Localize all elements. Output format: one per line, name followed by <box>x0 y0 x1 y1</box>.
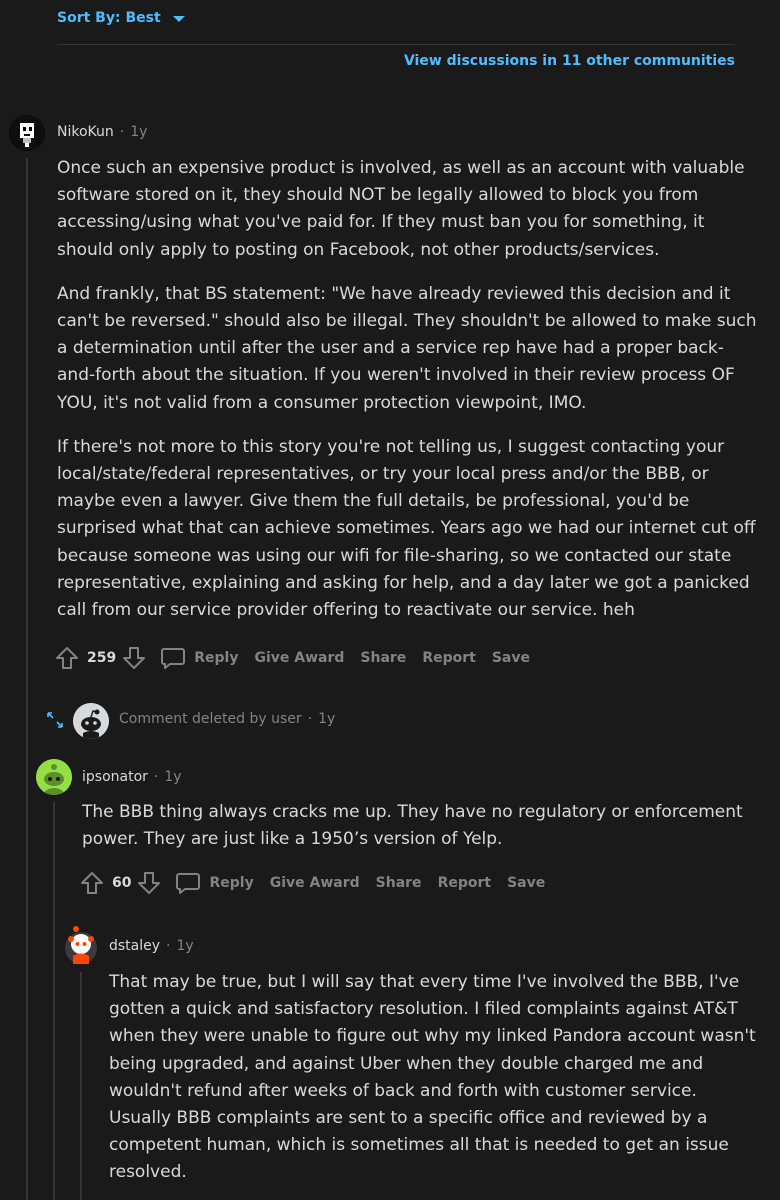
username[interactable]: NikoKun <box>57 124 114 140</box>
speech-bubble-icon <box>176 873 201 894</box>
upvote-arrow-icon[interactable] <box>55 646 79 670</box>
separator-dot: · <box>153 769 159 785</box>
comment-paragraph: Once such an expensive product is involv… <box>57 158 745 260</box>
reply-label: Reply <box>209 875 254 891</box>
comment-age[interactable]: 1y <box>164 769 181 785</box>
expand-arrows-icon[interactable] <box>45 710 65 734</box>
comment-paragraph: And frankly, that BS statement: "We have… <box>57 283 757 413</box>
avatar[interactable] <box>9 115 45 151</box>
comment-body: Once such an expensive product is involv… <box>57 155 757 624</box>
speech-bubble-icon <box>161 648 186 669</box>
snoo-placeholder-avatar-icon <box>73 703 109 739</box>
downvote-arrow-icon[interactable] <box>122 646 146 670</box>
upvote-arrow-icon[interactable] <box>80 871 104 895</box>
downvote-arrow-icon[interactable] <box>137 871 161 895</box>
comment-body: That may be true, but I will say that ev… <box>109 969 759 1187</box>
comment-paragraph: That may be true, but I will say that ev… <box>109 972 756 1183</box>
reply-label: Reply <box>194 650 239 666</box>
save-button[interactable]: Save <box>507 875 545 891</box>
share-button[interactable]: Share <box>376 875 422 891</box>
snoo-green-avatar-icon <box>36 759 72 795</box>
report-button[interactable]: Report <box>422 650 476 666</box>
username[interactable]: dstaley <box>109 938 160 954</box>
thread-line <box>26 158 28 1200</box>
comment-age[interactable]: 1y <box>318 711 335 727</box>
avatar <box>73 703 109 739</box>
thread-line <box>53 802 55 1200</box>
separator-dot: · <box>307 711 313 727</box>
report-button[interactable]: Report <box>438 875 492 891</box>
comment-actions: 60 Reply Give Award Share Report Save <box>80 871 545 895</box>
give-award-button[interactable]: Give Award <box>254 650 344 666</box>
sort-dropdown[interactable]: Sort By: Best <box>57 10 185 26</box>
deleted-comment-label: Comment deleted by user <box>119 711 302 727</box>
save-button[interactable]: Save <box>492 650 530 666</box>
vote-score: 259 <box>87 650 117 666</box>
separator-dot: · <box>166 938 171 954</box>
comment-age[interactable]: 1y <box>177 938 194 954</box>
comment-paragraph: If there's not more to this story you're… <box>57 436 756 621</box>
avatar[interactable] <box>63 926 99 964</box>
reply-button[interactable]: Reply <box>160 646 238 670</box>
comment-body: The BBB thing always cracks me up. They … <box>82 799 762 853</box>
reply-button[interactable]: Reply <box>175 871 254 895</box>
avatar[interactable] <box>36 759 72 795</box>
divider <box>57 44 735 45</box>
separator-dot: · <box>119 124 125 140</box>
share-button[interactable]: Share <box>360 650 406 666</box>
comment-actions: 259 Reply Give Award Share Report Save <box>55 646 530 670</box>
comment-paragraph: The BBB thing always cracks me up. They … <box>82 802 743 850</box>
thread-line <box>80 972 82 1200</box>
sort-label: Sort By: Best <box>57 10 161 26</box>
pixel-robot-avatar-icon <box>9 115 45 151</box>
view-other-communities-link[interactable]: View discussions in 11 other communities <box>404 53 735 69</box>
give-award-button[interactable]: Give Award <box>270 875 360 891</box>
caret-down-icon <box>172 16 185 22</box>
snoo-red-avatar-icon <box>65 926 97 964</box>
username[interactable]: ipsonator <box>82 769 148 785</box>
comment-age[interactable]: 1y <box>130 124 147 140</box>
vote-score: 60 <box>112 875 132 891</box>
